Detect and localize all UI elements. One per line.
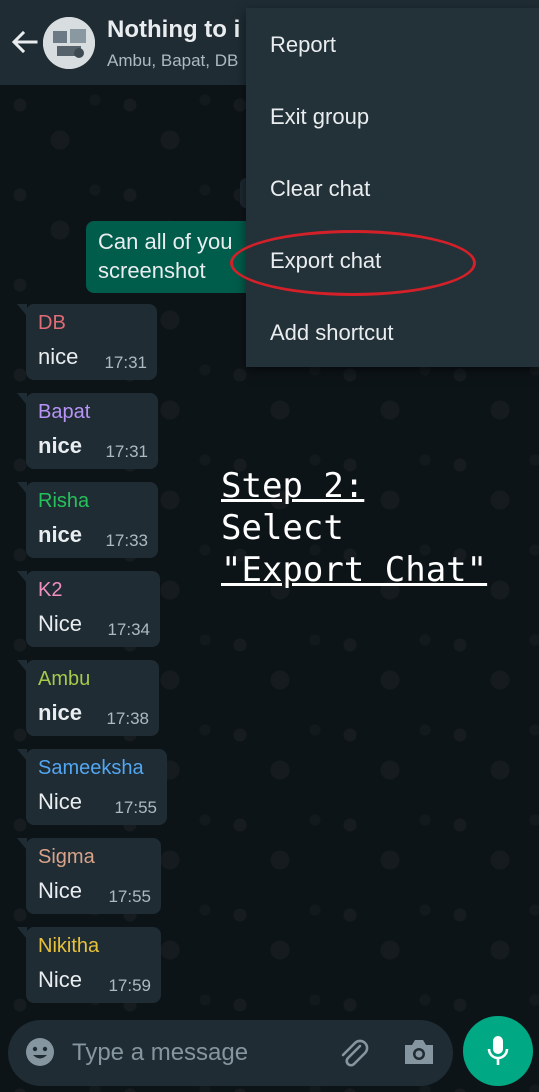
step-annotation: Step 2: Select "Export Chat" (221, 465, 487, 591)
message-text: Nice (38, 611, 83, 636)
message-sender: Nikitha (38, 935, 100, 957)
message-bubble[interactable]: Sigma Nice 17:55 (17, 838, 161, 914)
message-time: 17:55 (114, 798, 157, 817)
message-text: nice (38, 433, 83, 458)
message-bubble[interactable]: Risha nice 17:33 (17, 482, 158, 558)
menu-item-exit-group[interactable]: Exit group (270, 104, 369, 130)
overflow-menu: Report Exit group Clear chat Export chat… (246, 8, 539, 367)
message-text: Nice (38, 878, 83, 903)
message-time: 17:34 (107, 620, 150, 639)
message-sender: K2 (38, 579, 63, 601)
message-sender: Risha (38, 490, 90, 512)
chat-participants[interactable]: Ambu, Bapat, DB (107, 51, 238, 71)
camera-icon[interactable] (402, 1036, 436, 1073)
annotation-line: Select (221, 508, 344, 548)
message-bubble[interactable]: Nikitha Nice 17:59 (17, 927, 161, 1003)
message-sender: Sameeksha (38, 757, 144, 779)
mic-button[interactable] (463, 1016, 533, 1086)
message-text: nice (38, 344, 79, 369)
message-input-bar: Type a message (8, 1020, 453, 1086)
message-text: Nice (38, 789, 83, 814)
message-bubble[interactable]: DB nice 17:31 (17, 304, 157, 380)
message-text: nice (38, 700, 83, 725)
group-avatar[interactable] (43, 17, 95, 69)
chat-title[interactable]: Nothing to i (107, 16, 240, 44)
message-text: nice (38, 522, 83, 547)
message-input[interactable]: Type a message (72, 1039, 248, 1067)
message-bubble[interactable]: Sameeksha Nice 17:55 (17, 749, 167, 825)
message-sender: Ambu (38, 668, 91, 690)
message-time: 17:55 (108, 887, 151, 906)
menu-item-clear-chat[interactable]: Clear chat (270, 176, 370, 202)
message-text: Nice (38, 967, 83, 992)
attach-icon[interactable] (336, 1036, 370, 1075)
message-sender: Sigma (38, 846, 95, 868)
message-time: 17:33 (105, 531, 148, 550)
menu-item-add-shortcut[interactable]: Add shortcut (270, 320, 394, 346)
message-sender: Bapat (38, 401, 91, 423)
message-time: 17:31 (104, 353, 147, 372)
menu-item-report[interactable]: Report (270, 32, 336, 58)
annotation-line: "Export Chat" (221, 550, 488, 590)
message-time: 17:38 (106, 709, 149, 728)
annotation-line: Step 2: (221, 466, 365, 506)
mic-icon (486, 1034, 510, 1073)
message-bubble[interactable]: Bapat nice 17:31 (17, 393, 158, 469)
highlight-ring (230, 230, 476, 296)
message-bubble[interactable]: Ambu nice 17:38 (17, 660, 159, 736)
message-time: 17:31 (105, 442, 148, 461)
message-time: 17:59 (108, 976, 151, 995)
back-arrow-icon[interactable] (8, 26, 40, 58)
emoji-icon[interactable] (24, 1036, 56, 1073)
message-bubble[interactable]: K2 Nice 17:34 (17, 571, 160, 647)
message-sender: DB (38, 312, 66, 334)
